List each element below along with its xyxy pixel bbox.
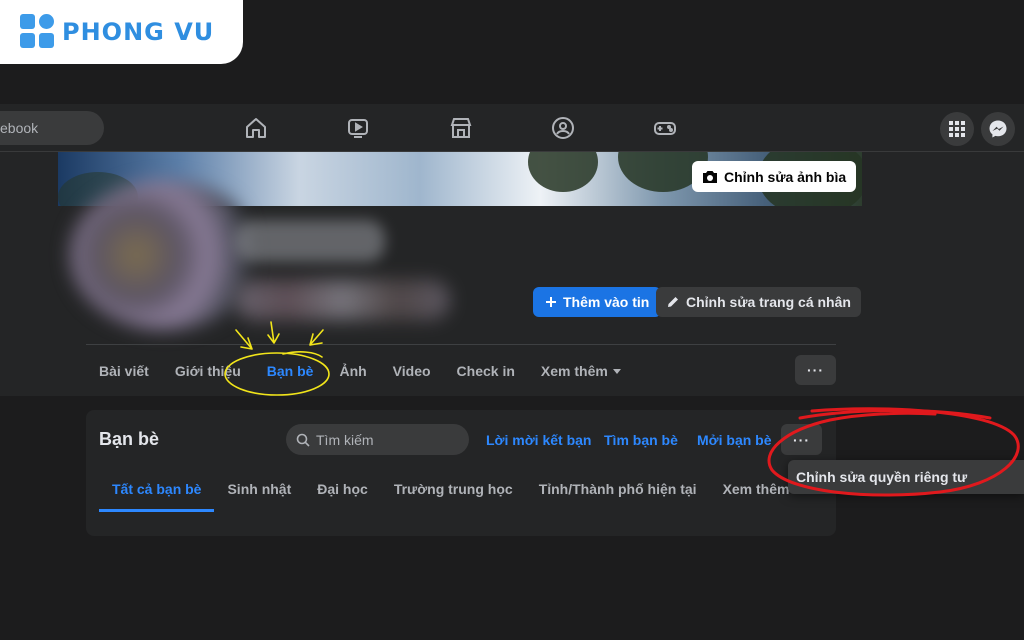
logo-text: PHONG VU xyxy=(62,18,215,46)
tab-label: Bài viết xyxy=(99,363,149,379)
messenger-button[interactable] xyxy=(981,112,1015,146)
subtab-label: Trường trung học xyxy=(393,481,513,497)
gaming-icon[interactable] xyxy=(653,116,677,140)
tab-check-in[interactable]: Check in xyxy=(444,358,528,384)
marketplace-icon[interactable] xyxy=(449,116,473,140)
subtab-all-friends[interactable]: Tất cả bạn bè xyxy=(99,478,215,512)
invite-friends-link[interactable]: Mởi bạn bè xyxy=(697,432,772,448)
chevron-down-icon xyxy=(612,368,621,374)
top-navigation-bar: ebook xyxy=(0,104,1024,152)
find-friends-link[interactable]: Tìm bạn bè xyxy=(604,432,678,448)
plus-icon xyxy=(546,297,556,307)
tab-label: Xem thêm xyxy=(540,363,608,379)
tab-videos[interactable]: Video xyxy=(380,358,444,384)
tab-friends[interactable]: Bạn bè xyxy=(254,358,327,384)
profile-more-button[interactable]: ··· xyxy=(795,355,836,385)
profile-name-blurred xyxy=(235,220,385,262)
subtab-label: Tỉnh/Thành phố hiện tại xyxy=(538,481,697,497)
home-icon[interactable] xyxy=(244,116,268,140)
tab-label: Video xyxy=(392,363,431,379)
edit-profile-label: Chỉnh sửa trang cá nhân xyxy=(686,294,851,310)
tab-label: Giới thiệu xyxy=(174,363,241,379)
subtab-birthdays[interactable]: Sinh nhật xyxy=(214,478,304,512)
edit-cover-label: Chỉnh sửa ảnh bìa xyxy=(724,168,847,185)
friends-search-input[interactable]: Tìm kiếm xyxy=(286,424,469,455)
friend-requests-link[interactable]: Lời mời kết bạn xyxy=(486,432,591,448)
tab-label: Check in xyxy=(456,363,515,379)
profile-tabs: Bài viết Giới thiệu Bạn bè Ảnh Video Che… xyxy=(86,358,634,384)
more-dots-icon: ··· xyxy=(807,362,824,378)
phong-vu-logo: PHONG VU xyxy=(0,0,243,64)
friend-avatars-blurred xyxy=(235,280,450,320)
subtab-label: Xem thêm xyxy=(722,481,790,497)
edit-profile-button[interactable]: Chỉnh sửa trang cá nhân xyxy=(656,287,861,317)
camera-icon xyxy=(703,170,717,183)
search-input-text: ebook xyxy=(0,120,39,136)
search-placeholder: Tìm kiếm xyxy=(316,431,374,448)
profile-divider xyxy=(86,344,836,345)
facebook-search-input[interactable]: ebook xyxy=(0,111,104,145)
tab-about[interactable]: Giới thiệu xyxy=(162,358,254,384)
tab-photos[interactable]: Ảnh xyxy=(326,358,379,384)
tab-posts[interactable]: Bài viết xyxy=(86,358,162,384)
tab-label: Ảnh xyxy=(339,363,367,379)
edit-cover-button[interactable]: Chỉnh sửa ảnh bìa xyxy=(692,161,857,192)
privacy-menu-item[interactable]: Chỉnh sửa quyền riêng tư xyxy=(788,460,1024,494)
profile-avatar-blurred xyxy=(70,180,260,330)
subtab-label: Sinh nhật xyxy=(227,481,292,497)
logo-mark-icon xyxy=(20,14,56,50)
menu-grid-button[interactable] xyxy=(940,112,974,146)
messenger-icon xyxy=(989,120,1007,138)
menu-grid-icon xyxy=(949,121,965,137)
groups-icon[interactable] xyxy=(551,116,575,140)
tab-see-more[interactable]: Xem thêm xyxy=(528,358,634,384)
search-icon xyxy=(296,433,310,447)
subtab-college[interactable]: Đại học xyxy=(304,478,381,512)
watch-icon[interactable] xyxy=(346,116,370,140)
subtab-current-city[interactable]: Tỉnh/Thành phố hiện tại xyxy=(526,478,710,512)
add-to-story-button[interactable]: Thêm vào tin xyxy=(533,287,662,317)
subtab-high-school[interactable]: Trường trung học xyxy=(381,478,526,512)
subtab-label: Đại học xyxy=(317,481,368,497)
subtab-label: Tất cả bạn bè xyxy=(112,481,202,497)
tab-label: Bạn bè xyxy=(266,363,314,379)
friends-subtabs: Tất cả bạn bè Sinh nhật Đại học Trường t… xyxy=(99,478,815,512)
privacy-menu-label: Chỉnh sửa quyền riêng tư xyxy=(796,469,968,485)
add-to-story-label: Thêm vào tin xyxy=(563,294,650,310)
pencil-icon xyxy=(668,297,678,307)
friends-more-button[interactable]: ··· xyxy=(781,424,822,455)
friends-card-title: Bạn bè xyxy=(99,429,160,449)
more-dots-icon: ··· xyxy=(793,431,810,448)
